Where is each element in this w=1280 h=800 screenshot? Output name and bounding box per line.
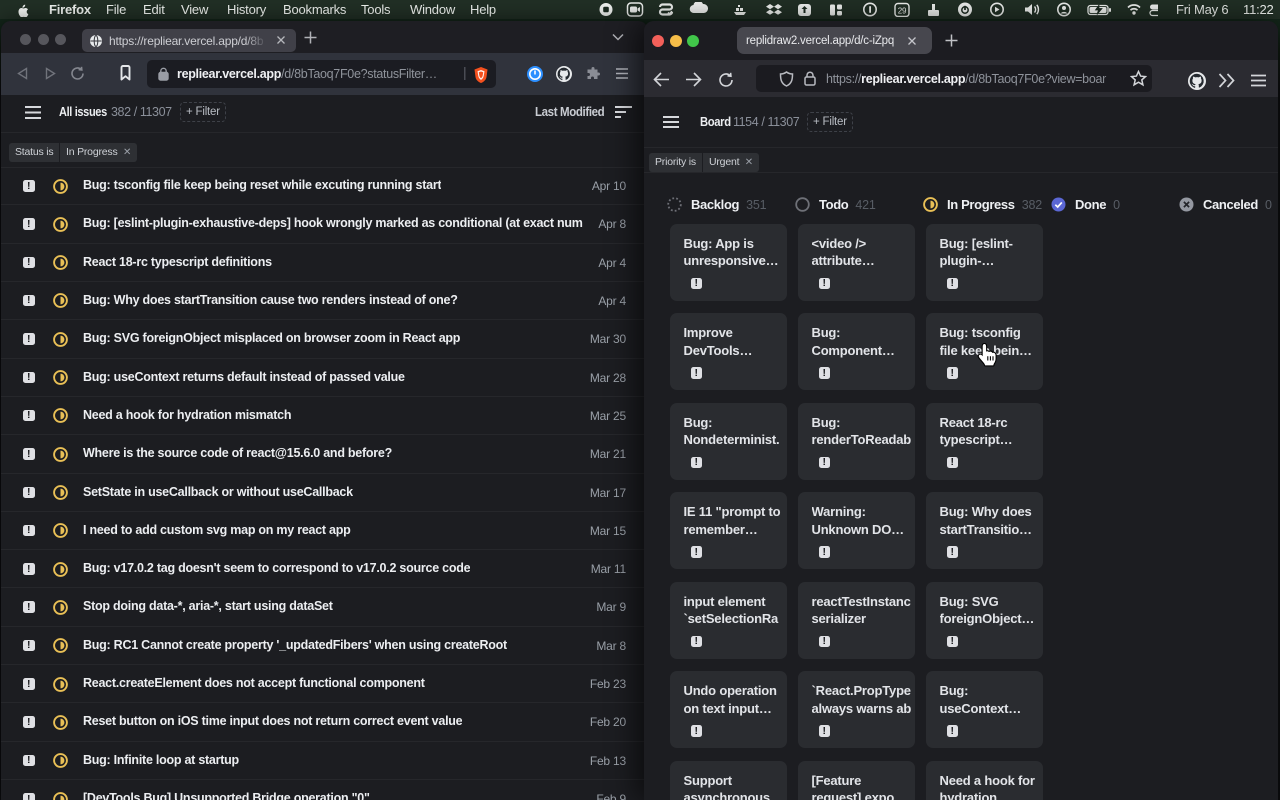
svg-text:29: 29 xyxy=(898,6,907,15)
